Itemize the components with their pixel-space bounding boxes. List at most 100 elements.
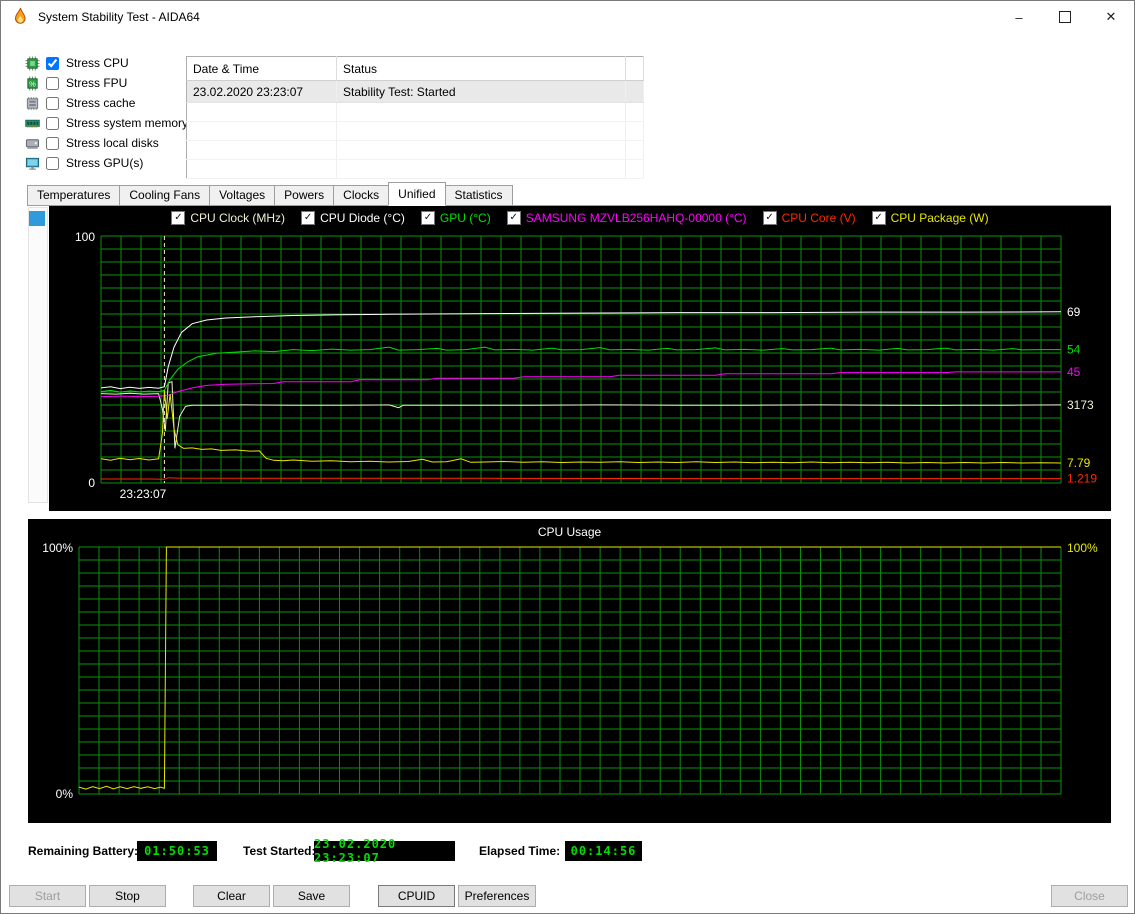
remaining-battery-label: Remaining Battery: xyxy=(28,844,139,858)
tab-unified[interactable]: Unified xyxy=(388,182,446,206)
svg-text:%: % xyxy=(29,79,36,88)
tab-powers[interactable]: Powers xyxy=(274,185,335,205)
log-cell-empty xyxy=(625,121,644,141)
log-table-empty-row xyxy=(186,121,644,141)
log-table-column-date-time: Date & Time xyxy=(186,56,337,81)
log-table-empty-row xyxy=(186,102,644,122)
start-button[interactable]: Start xyxy=(9,885,86,907)
svg-text:69: 69 xyxy=(1067,305,1081,319)
minimize-button[interactable]: – xyxy=(996,1,1042,33)
log-cell-empty xyxy=(186,140,337,160)
window-title: System Stability Test - AIDA64 xyxy=(38,10,200,24)
unified-chart: 3173 69 54 45 1.219 7.79 100 0 23:23:07 xyxy=(49,206,1111,514)
titlebar: System Stability Test - AIDA64 – ✕ xyxy=(1,1,1134,33)
tab-strip: Temperatures Cooling Fans Voltages Powers Cl… xyxy=(27,182,1111,206)
unified-chart-panel: ✓ CPU Clock (MHz) ✓ CPU Diode (°C) ✓ GPU (°C)… xyxy=(49,206,1111,511)
stress-option-stress-cpu[interactable]: Stress CPU xyxy=(25,53,185,73)
log-cell-empty xyxy=(186,102,337,122)
fpu-icon: % xyxy=(25,75,40,91)
stress-option-stress-cache[interactable]: Stress cache xyxy=(25,93,185,113)
log-cell-empty xyxy=(625,140,644,160)
stress-option-label: Stress GPU(s) xyxy=(66,156,144,170)
log-table-empty-row xyxy=(186,140,644,160)
stop-button[interactable]: Stop xyxy=(89,885,166,907)
stress-local-disks-checkbox[interactable] xyxy=(46,136,59,150)
svg-text:0%: 0% xyxy=(56,787,74,801)
preferences-button[interactable]: Preferences xyxy=(458,885,536,907)
log-table-header-row: Date & Time Status xyxy=(186,56,644,81)
elapsed-time-label: Elapsed Time: xyxy=(479,844,561,858)
log-table-column-status: Status xyxy=(336,56,626,81)
svg-text:100: 100 xyxy=(75,230,95,244)
svg-text:54: 54 xyxy=(1067,343,1081,357)
log-cell-empty xyxy=(625,102,644,122)
window-controls: – ✕ xyxy=(996,1,1134,33)
stress-options: Stress CPU % Stress FPU Stress cache Stress … xyxy=(25,53,189,173)
test-started-label: Test Started: xyxy=(243,844,316,858)
stress-system-memory-checkbox[interactable] xyxy=(46,116,59,130)
stress-option-stress-fpu[interactable]: % Stress FPU xyxy=(25,73,185,93)
chart-scale-slider-thumb[interactable] xyxy=(29,211,45,226)
svg-text:1.219: 1.219 xyxy=(1067,472,1097,486)
log-table-body: 23.02.2020 23:23:07 Stability Test: Start… xyxy=(186,80,644,179)
stress-cache-checkbox[interactable] xyxy=(46,96,59,110)
remaining-battery-value: 01:50:53 xyxy=(137,841,217,861)
svg-text:23:23:07: 23:23:07 xyxy=(120,487,167,501)
status-bar: Remaining Battery: 01:50:53 Test Started… xyxy=(1,837,1134,865)
log-cell-empty xyxy=(186,159,337,179)
close-test-button[interactable]: Close xyxy=(1051,885,1128,907)
svg-text:CPU Usage: CPU Usage xyxy=(538,525,602,539)
tab-cooling-fans[interactable]: Cooling Fans xyxy=(119,185,211,205)
svg-text:100%: 100% xyxy=(1067,541,1098,555)
unified-canvas: 3173 69 54 45 1.219 7.79 100 0 23:23:07 xyxy=(75,230,1097,501)
stress-cpu-checkbox[interactable] xyxy=(46,56,59,70)
log-cell-empty xyxy=(625,159,644,179)
tab-clocks[interactable]: Clocks xyxy=(333,185,390,205)
maximize-icon xyxy=(1059,11,1071,23)
minimize-icon: – xyxy=(1015,9,1023,25)
cache-icon xyxy=(25,96,40,111)
log-cell-empty xyxy=(336,159,626,179)
svg-text:100%: 100% xyxy=(42,541,73,555)
stress-option-stress-gpu-s[interactable]: Stress GPU(s) xyxy=(25,153,185,173)
stress-option-label: Stress cache xyxy=(66,96,136,110)
save-button[interactable]: Save xyxy=(273,885,350,907)
log-cell-empty xyxy=(336,102,626,122)
cpu-icon xyxy=(25,55,40,71)
svg-text:0: 0 xyxy=(88,476,95,490)
log-cell-status: Stability Test: Started xyxy=(336,80,626,103)
aida64-flame-icon xyxy=(10,7,30,27)
clear-button[interactable]: Clear xyxy=(193,885,270,907)
log-table-row[interactable]: 23.02.2020 23:23:07 Stability Test: Start… xyxy=(186,80,644,103)
log-cell-empty xyxy=(336,140,626,160)
elapsed-time-value: 00:14:56 xyxy=(565,841,642,861)
svg-text:45: 45 xyxy=(1067,365,1081,379)
tab-temperatures[interactable]: Temperatures xyxy=(27,185,121,205)
log-cell-spacer xyxy=(625,80,644,103)
stress-fpu-checkbox[interactable] xyxy=(46,76,59,90)
maximize-button[interactable] xyxy=(1042,1,1088,33)
svg-text:3173: 3173 xyxy=(1067,398,1094,412)
close-icon: ✕ xyxy=(1105,9,1117,24)
test-started-value: 23.02.2020 23:23:07 xyxy=(314,837,455,865)
disk-icon xyxy=(25,136,40,151)
stress-gpu-s-checkbox[interactable] xyxy=(46,156,59,170)
chart-scale-slider[interactable] xyxy=(28,207,48,503)
stress-option-stress-local-disks[interactable]: Stress local disks xyxy=(25,133,185,153)
app-window: System Stability Test - AIDA64 – ✕ Stres… xyxy=(0,0,1135,914)
cpuid-button[interactable]: CPUID xyxy=(378,885,455,907)
log-table: Date & Time Status 23.02.2020 23:23:07 Sta… xyxy=(186,56,644,179)
tab-statistics[interactable]: Statistics xyxy=(444,185,513,205)
close-button[interactable]: ✕ xyxy=(1088,1,1134,33)
button-row: Start Stop Clear Save CPUID Preferences … xyxy=(1,885,1134,907)
svg-text:7.79: 7.79 xyxy=(1067,456,1091,470)
stress-option-label: Stress system memory xyxy=(66,116,189,130)
cpu-usage-panel: 100% 0% 100% CPU Usage xyxy=(28,519,1111,823)
stress-option-stress-system-memory[interactable]: Stress system memory xyxy=(25,113,189,133)
log-cell-empty xyxy=(336,121,626,141)
cpu-usage-chart: 100% 0% 100% CPU Usage xyxy=(28,519,1111,826)
cpu-usage-canvas: 100% 0% 100% CPU Usage xyxy=(42,525,1098,801)
tab-voltages[interactable]: Voltages xyxy=(209,185,276,205)
stress-option-label: Stress local disks xyxy=(66,136,159,150)
stress-option-label: Stress CPU xyxy=(66,56,129,70)
